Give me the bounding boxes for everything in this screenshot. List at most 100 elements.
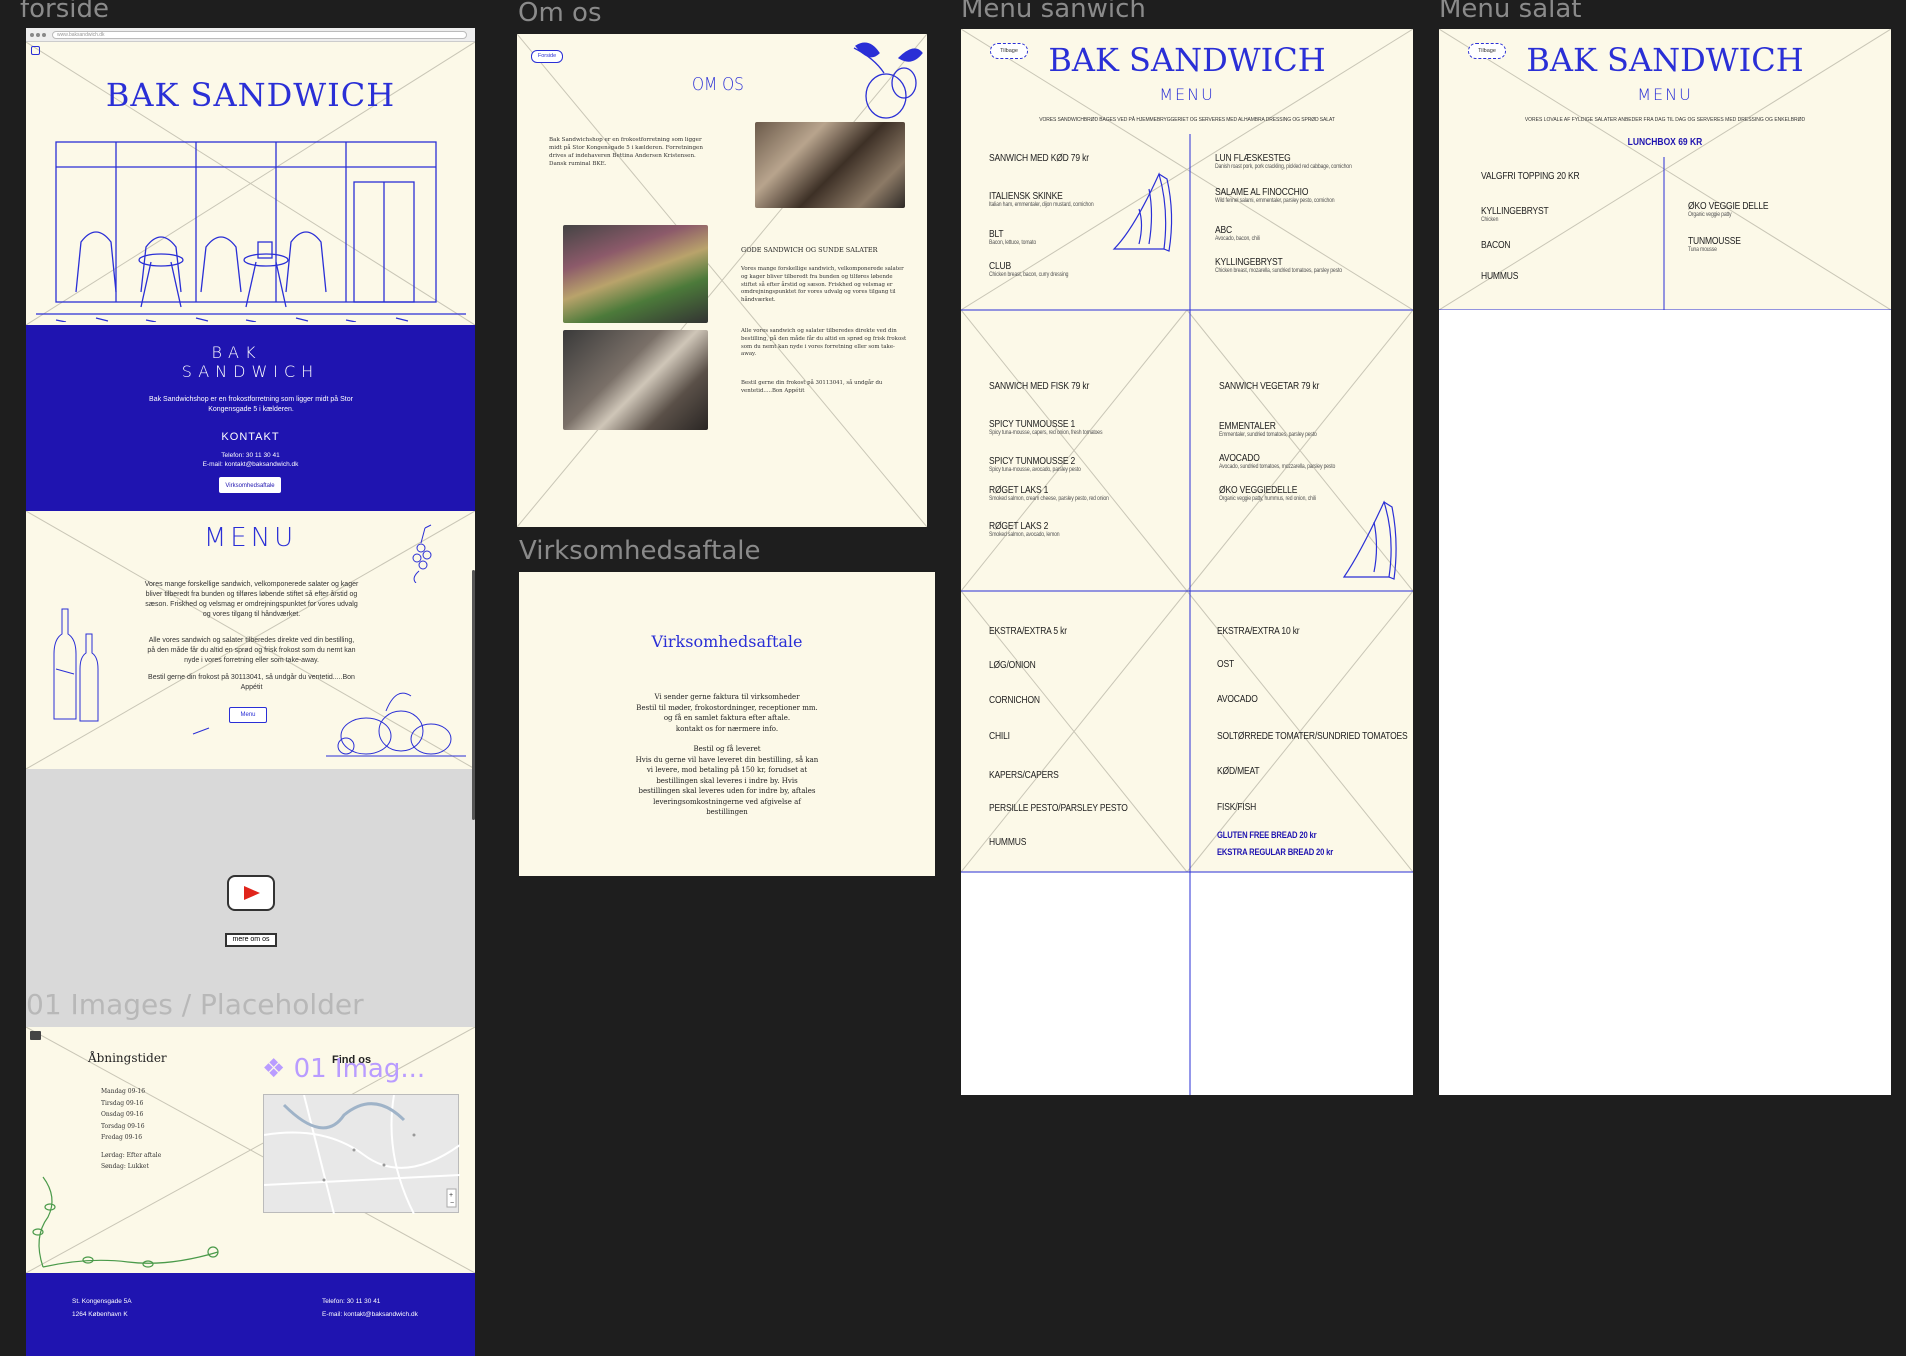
forside-frame[interactable]: www.baksandwich.dk BAK SANDWICH BAK SAND… <box>26 28 475 1356</box>
footer: St. Kongensgade 5A 1264 København K Tele… <box>26 1273 475 1356</box>
menu-note: VORES SANDWICHBRØD BAGES VED PÅ HJEMMEBR… <box>1039 117 1335 123</box>
footer-address-1: St. Kongensgade 5A <box>72 1298 132 1305</box>
svg-text:+: + <box>449 1192 453 1199</box>
footer-email[interactable]: E-mail: kontakt@baksandwich.dk <box>322 1311 418 1318</box>
menu-item[interactable]: PERSILLE PESTO/PARSLEY PESTO <box>989 803 1128 814</box>
virksomhedsaftale-button[interactable]: Virksomhedsaftale <box>219 477 281 493</box>
om-os-paragraph-3: Bestil gerne din frokost på 30113041, så… <box>741 380 883 394</box>
menu-item[interactable]: BACON <box>1481 240 1511 251</box>
menu-item[interactable]: LUN FLÆSKESTEG Danish roast pork, pork cr… <box>1215 153 1352 171</box>
forside-back-button[interactable]: Forside <box>531 50 563 63</box>
menu-item[interactable]: TUNMOUSSE Tuna mousse <box>1688 236 1741 254</box>
image-placeholder-icon <box>30 1031 41 1040</box>
hours-day: Tirsdag 09-16 <box>101 1099 144 1107</box>
placeholder-diamond-icon: ❖ <box>262 1054 286 1084</box>
menu-subtitle: MENU <box>1159 85 1215 104</box>
menu-item[interactable]: FISK/FISH <box>1217 802 1256 813</box>
play-button[interactable] <box>227 875 275 911</box>
virksomhed-line: leveringsomkostningerne ved afgivelse af <box>653 797 801 806</box>
hours-day: Onsdag 09-16 <box>101 1111 144 1118</box>
om-os-intro: Bak Sandwichshop er en frokostforretning… <box>549 137 703 168</box>
footer-phone: Telefon: 30 11 30 41 <box>322 1298 381 1305</box>
menu-item[interactable]: HUMMUS <box>989 837 1026 848</box>
virksomhed-line: kontakt os for nærmere info. <box>675 724 779 733</box>
om-os-section-title: GODE SANDWICH OG SUNDE SALATER <box>741 246 878 254</box>
virksomhed-line: bestillingen skal leveres uden for indre… <box>638 787 816 795</box>
menu-item[interactable]: KØD/MEAT <box>1217 766 1260 777</box>
placeholder-chip[interactable]: ❖ 01 Imag... <box>262 1054 425 1084</box>
menu-item[interactable]: EMMENTALER Emmentaler, sundried tomatoes,… <box>1219 421 1317 439</box>
om-os-paragraph-2: Alle vores sandwich og salater tilberede… <box>741 328 907 358</box>
map-embed[interactable]: + − <box>263 1094 461 1215</box>
veg-title: SANWICH VEGETAR 79 kr <box>1219 381 1320 392</box>
menu-item[interactable]: ØKO VEGGIEDELLE Organic veggie patty, hum… <box>1219 485 1316 503</box>
virksomhed-body: Vi sender gerne faktura til virksomheder… <box>519 692 935 818</box>
frame-title-virksomhedsaftale[interactable]: Virksomhedsaftale <box>519 538 760 564</box>
salad-bar-photo <box>563 225 708 323</box>
brand-line-1: BAK <box>211 343 262 362</box>
menu-item[interactable]: OST <box>1217 659 1234 670</box>
extra-bread-line: EKSTRA REGULAR BREAD 20 kr <box>1217 847 1334 857</box>
mere-om-os-button[interactable]: mere om os <box>225 933 277 947</box>
site-logo[interactable]: BAK SANDWICH <box>26 76 475 114</box>
menu-section: MENU Vores mange forskellige sandwich, v… <box>26 511 475 769</box>
menu-item[interactable]: RØGET LAKS 2 Smoked salmon, avocado, lemo… <box>989 521 1060 539</box>
menu-logo: BAK SANDWICH <box>1526 41 1804 79</box>
frame-title-forside[interactable]: forside <box>20 0 109 22</box>
menu-item[interactable]: ØKO VEGGIE DELLE Organic veggie patty <box>1688 201 1769 219</box>
sandwich-illustration <box>1342 500 1397 580</box>
om-os-frame[interactable]: Forside OM OS Bak Sandwichshop er en fro… <box>517 34 927 527</box>
frame-title-menu-salat[interactable]: Menu salat <box>1439 0 1581 22</box>
contact-title: KONTAKT <box>221 431 280 443</box>
menu-item[interactable]: CORNICHON <box>989 695 1040 706</box>
browser-bar: www.baksandwich.dk <box>26 28 475 42</box>
frame-title-menu-sandwich[interactable]: Menu sanwich <box>961 0 1146 22</box>
menu-item[interactable]: HUMMUS <box>1481 271 1518 282</box>
hero-section: BAK SANDWICH <box>26 42 475 325</box>
menu-item[interactable]: LØG/ONION <box>989 660 1036 671</box>
vegetables-illustration <box>326 692 466 757</box>
hours-title: Åbningstider <box>88 1051 167 1065</box>
kitchen-photo <box>755 122 905 208</box>
design-canvas: forside Om os Menu sanwich Menu salat Vi… <box>0 0 1906 1356</box>
url-bar[interactable]: www.baksandwich.dk <box>52 31 467 39</box>
menu-item[interactable]: SPICY TUNMOUSSE 1 Spicy tuna-mousse, cape… <box>989 419 1103 437</box>
menu-item[interactable]: KAPERS/CAPERS <box>989 770 1059 781</box>
contact-email[interactable]: E-mail: kontakt@baksandwich.dk <box>26 461 475 468</box>
om-os-title: OM OS <box>692 74 744 95</box>
menu-item[interactable]: SPICY TUNMOUSSE 2 Spicy tuna-mousse, avoc… <box>989 456 1081 474</box>
menu-item[interactable]: ITALIENSK SKINKE Italian ham, emmentaler,… <box>989 191 1094 209</box>
frame-title-om-os[interactable]: Om os <box>518 0 602 26</box>
menu-item[interactable]: SOLTØRREDE TOMATER/SUNDRIED TOMATOES <box>1217 731 1408 742</box>
video-section: mere om os 01 Images / Placeholder <box>26 769 475 1027</box>
menu-item[interactable]: AVOCADO Avocado, sundried tomatoes, mozza… <box>1219 453 1335 471</box>
hours-day: Torsdag 09-16 <box>101 1122 145 1130</box>
virksomhed-line: bestillingen skal leveres i indre by. Hv… <box>656 776 798 785</box>
hours-day: Lørdag: Efter aftale <box>101 1151 162 1159</box>
menu-logo: BAK SANDWICH <box>1048 41 1326 79</box>
extra5-title: EKSTRA/EXTRA 5 kr <box>989 626 1067 637</box>
play-icon <box>244 886 260 900</box>
brand-description: Bak Sandwichshop er en frokostforretning… <box>149 396 353 414</box>
about-blue-block: BAK SANDWICH Bak Sandwichshop er en frok… <box>26 325 475 511</box>
menu-item[interactable]: RØGET LAKS 1 Smoked salmon, cream cheese,… <box>989 485 1109 503</box>
virksomhed-line: Hvis du gerne vil have leveret din besti… <box>635 755 819 764</box>
sandwich-illustration <box>1112 172 1173 252</box>
menu-item[interactable]: SALAME AL FINOCCHIO Wild fennel salami, e… <box>1215 187 1335 205</box>
menu-item[interactable]: KYLLINGEBRYST Chicken <box>1481 206 1549 224</box>
menu-item[interactable]: BLT Bacon, lettuce, tomato <box>989 229 1036 247</box>
menu-item[interactable]: AVOCADO <box>1217 694 1258 705</box>
virksomhed-line: og få en samlet faktura efter aftale. <box>663 714 791 722</box>
menu-salat-frame[interactable]: Tilbage BAK SANDWICH MENU VORES LOVALE A… <box>1439 29 1891 1095</box>
menu-subtitle: MENU <box>1637 85 1693 104</box>
topping-title: VALGFRI TOPPING 20 KR <box>1481 171 1580 182</box>
menu-item[interactable]: KYLLINGEBRYST Chicken breast, mozarella, … <box>1215 257 1342 275</box>
menu-item[interactable]: ABC Avocado, bacon, chili <box>1215 225 1260 243</box>
menu-item[interactable]: CHILI <box>989 731 1010 742</box>
virksomhedsaftale-frame[interactable]: Virksomhedsaftale Vi sender gerne faktur… <box>519 572 935 876</box>
brand-line-2: SANDWICH <box>181 362 320 381</box>
menu-button[interactable]: Menu <box>229 707 267 723</box>
menu-item[interactable]: CLUB Chicken breast, bacon, curry dressin… <box>989 261 1068 279</box>
frame-scrollbar[interactable] <box>472 570 475 820</box>
menu-sandwich-frame[interactable]: Tilbage BAK SANDWICH MENU VORES SANDWICH… <box>961 29 1413 1095</box>
